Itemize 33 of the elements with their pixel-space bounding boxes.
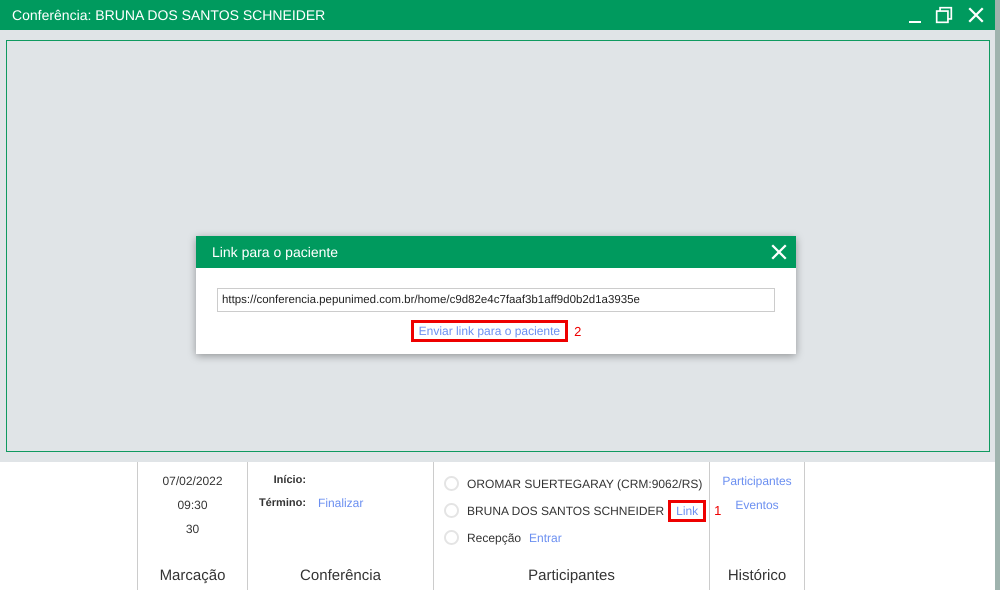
action-link[interactable]: Link bbox=[676, 504, 698, 518]
field-label: Início: bbox=[272, 474, 306, 486]
url-field[interactable]: https://conferencia.pepunimed.com.br/home/c9d82e4c7faaf3b1aff9d0b2d1a3935e bbox=[217, 288, 775, 312]
participant-name: Recepção bbox=[467, 530, 522, 544]
history-link[interactable]: Eventos bbox=[735, 498, 779, 512]
finish-link[interactable]: Finalizar bbox=[318, 496, 364, 510]
section-heading: Participantes bbox=[527, 567, 616, 584]
close-icon bbox=[967, 6, 985, 24]
date-text: 07/02/2022 bbox=[162, 474, 223, 488]
dialog-title: Link para o paciente bbox=[212, 244, 338, 260]
close-button[interactable] bbox=[967, 6, 985, 24]
field-label: Término: bbox=[258, 497, 306, 509]
radio-button[interactable] bbox=[444, 476, 459, 491]
duration-text: 30 bbox=[186, 522, 200, 536]
step-number: 2 bbox=[574, 324, 582, 338]
restore-button[interactable] bbox=[935, 6, 953, 24]
section-heading: Histórico bbox=[726, 567, 788, 584]
minimize-icon bbox=[909, 21, 921, 23]
close-icon bbox=[770, 243, 788, 261]
time-text: 09:30 bbox=[177, 498, 208, 512]
participant-name: OROMAR SUERTEGARAY (CRM:9062/RS) bbox=[467, 476, 702, 490]
restore-icon bbox=[935, 6, 953, 24]
section-heading: Conferência bbox=[299, 567, 382, 584]
step-number: 1 bbox=[714, 503, 722, 518]
radio-button[interactable] bbox=[444, 503, 459, 518]
participant-name: BRUNA DOS SANTOS SCHNEIDER bbox=[467, 504, 664, 518]
radio-button[interactable] bbox=[444, 530, 459, 545]
history-link[interactable]: Participantes bbox=[722, 474, 792, 488]
send-link[interactable]: Enviar link para o paciente bbox=[418, 324, 560, 338]
section-heading: Marcação bbox=[158, 567, 226, 584]
window-title: Conferência: BRUNA DOS SANTOS SCHNEIDER bbox=[12, 7, 326, 23]
close-button[interactable] bbox=[770, 243, 788, 261]
action-link[interactable]: Entrar bbox=[529, 530, 562, 544]
